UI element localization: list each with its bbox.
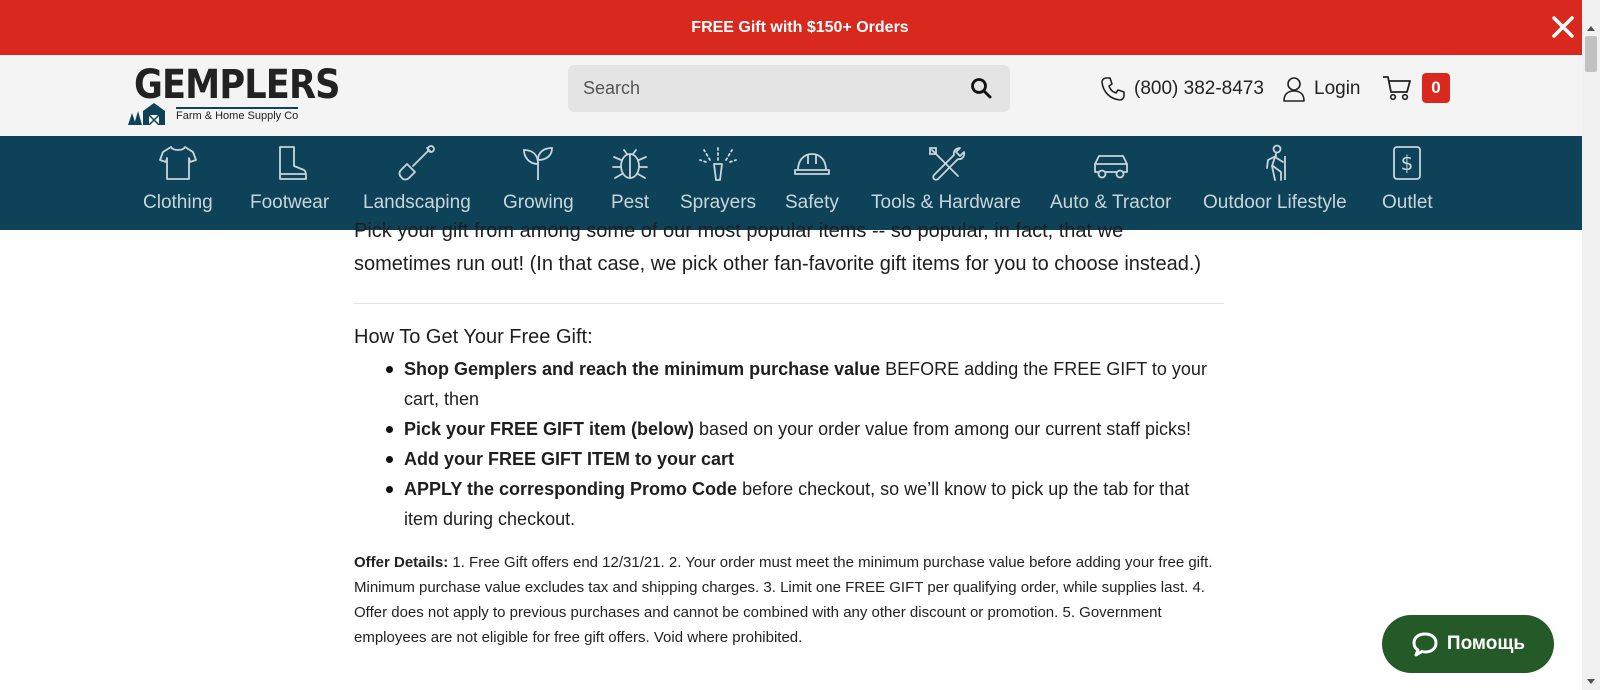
chat-bubble-icon xyxy=(1412,632,1438,657)
nav-label-outlet[interactable]: Outlet xyxy=(1382,192,1433,214)
steps-list: Shop Gemplers and reach the minimum purc… xyxy=(382,354,1224,534)
step-bold: APPLY the corresponding Promo Code xyxy=(404,479,738,499)
close-icon[interactable] xyxy=(1548,12,1578,42)
nav-item-tools-hardware[interactable]: Tools & Hardware xyxy=(871,144,1021,214)
howto-heading: How To Get Your Free Gift: xyxy=(354,326,593,348)
divider xyxy=(354,303,1224,304)
hiker-icon xyxy=(1265,144,1286,181)
nav-label-pest[interactable]: Pest xyxy=(611,192,649,214)
nav-item-outlet[interactable]: $ Outlet xyxy=(1382,144,1433,214)
promo-text[interactable]: FREE Gift with $150+ Orders xyxy=(691,19,908,37)
car-icon xyxy=(1093,155,1128,179)
nav-item-safety[interactable]: Safety xyxy=(785,144,839,214)
logo[interactable]: GEMPLERS Farm & Home Supply Co xyxy=(126,61,341,125)
nav-label-clothing[interactable]: Clothing xyxy=(143,192,213,214)
site-header: GEMPLERS Farm & Home Supply Co (800) 382… xyxy=(0,55,1582,136)
nav-label-growing[interactable]: Growing xyxy=(503,192,574,214)
bug-icon xyxy=(612,149,648,179)
nav-item-landscaping[interactable]: Landscaping xyxy=(363,144,471,214)
nav-item-sprayers[interactable]: Sprayers xyxy=(680,144,756,214)
nav-label-auto-tractor[interactable]: Auto & Tractor xyxy=(1050,192,1171,214)
nav-item-clothing[interactable]: Clothing xyxy=(143,144,213,214)
nav-item-auto-tractor[interactable]: Auto & Tractor xyxy=(1050,144,1171,214)
phone-icon xyxy=(1101,77,1125,101)
nav-item-footwear[interactable]: Footwear xyxy=(250,144,329,214)
step-text: based on your order value from among our… xyxy=(694,419,1191,439)
page-scrollbar[interactable] xyxy=(1582,0,1600,690)
search-icon[interactable] xyxy=(970,77,992,99)
help-chat-button[interactable]: Помощь xyxy=(1382,615,1554,673)
phone-link[interactable]: (800) 382-8473 xyxy=(1100,76,1264,102)
nav-label-sprayers[interactable]: Sprayers xyxy=(680,192,756,214)
tools-icon xyxy=(929,147,966,181)
phone-number[interactable]: (800) 382-8473 xyxy=(1134,78,1264,100)
nav-item-outdoor-lifestyle[interactable]: Outdoor Lifestyle xyxy=(1203,144,1347,214)
shirt-icon xyxy=(158,146,197,180)
list-item: Add your FREE GIFT ITEM to your cart xyxy=(382,444,1224,474)
page: FREE Gift with $150+ Orders GEMPLERS Far… xyxy=(0,0,1600,690)
nav-item-growing[interactable]: Growing xyxy=(503,144,574,214)
gift-content: Pick your gift from among some of our mo… xyxy=(354,215,1224,650)
offer-text: 1. Free Gift offers end 12/31/21. 2. You… xyxy=(354,554,1213,646)
scrollbar-thumb[interactable] xyxy=(1585,36,1597,72)
boot-icon xyxy=(278,146,307,180)
offer-label: Offer Details: xyxy=(354,554,449,571)
nav-label-safety[interactable]: Safety xyxy=(785,192,839,214)
search-input[interactable] xyxy=(568,66,948,111)
offer-details: Offer Details: 1. Free Gift offers end 1… xyxy=(354,550,1224,650)
search-box xyxy=(568,65,1010,112)
list-item: Pick your FREE GIFT item (below) based o… xyxy=(382,414,1224,444)
hardhat-icon xyxy=(794,153,830,175)
nav-label-outdoor-lifestyle[interactable]: Outdoor Lifestyle xyxy=(1203,192,1347,214)
nav-item-pest[interactable]: Pest xyxy=(610,144,650,214)
list-item: Shop Gemplers and reach the minimum purc… xyxy=(382,354,1224,414)
barn-icon xyxy=(128,103,165,125)
step-bold: Shop Gemplers and reach the minimum purc… xyxy=(404,359,881,379)
cart-count-badge[interactable]: 0 xyxy=(1422,73,1450,103)
shovel-icon xyxy=(398,145,435,181)
dollar-tag-icon: $ xyxy=(1393,146,1422,180)
sprout-icon xyxy=(523,147,554,180)
sprayer-icon xyxy=(699,147,737,181)
intro-paragraph: Pick your gift from among some of our mo… xyxy=(354,220,1202,275)
cart-button[interactable]: 0 xyxy=(1382,73,1450,103)
promo-banner[interactable]: FREE Gift with $150+ Orders xyxy=(0,0,1600,55)
login-link[interactable]: Login xyxy=(1282,76,1361,102)
nav-label-landscaping[interactable]: Landscaping xyxy=(363,192,471,214)
help-label[interactable]: Помощь xyxy=(1447,633,1525,655)
step-bold: Add your FREE GIFT ITEM to your cart xyxy=(404,449,735,469)
user-icon xyxy=(1283,77,1305,102)
cart-icon xyxy=(1383,76,1411,101)
login-label[interactable]: Login xyxy=(1314,78,1361,100)
logo-tagline: Farm & Home Supply Co xyxy=(176,107,299,122)
list-item: APPLY the corresponding Promo Code befor… xyxy=(382,474,1224,534)
step-bold: Pick your FREE GIFT item (below) xyxy=(404,419,695,439)
svg-text:$: $ xyxy=(1401,151,1414,175)
nav-label-tools-hardware[interactable]: Tools & Hardware xyxy=(871,192,1021,214)
nav-label-footwear[interactable]: Footwear xyxy=(250,192,329,214)
scroll-down-arrow-icon[interactable] xyxy=(1582,672,1600,690)
